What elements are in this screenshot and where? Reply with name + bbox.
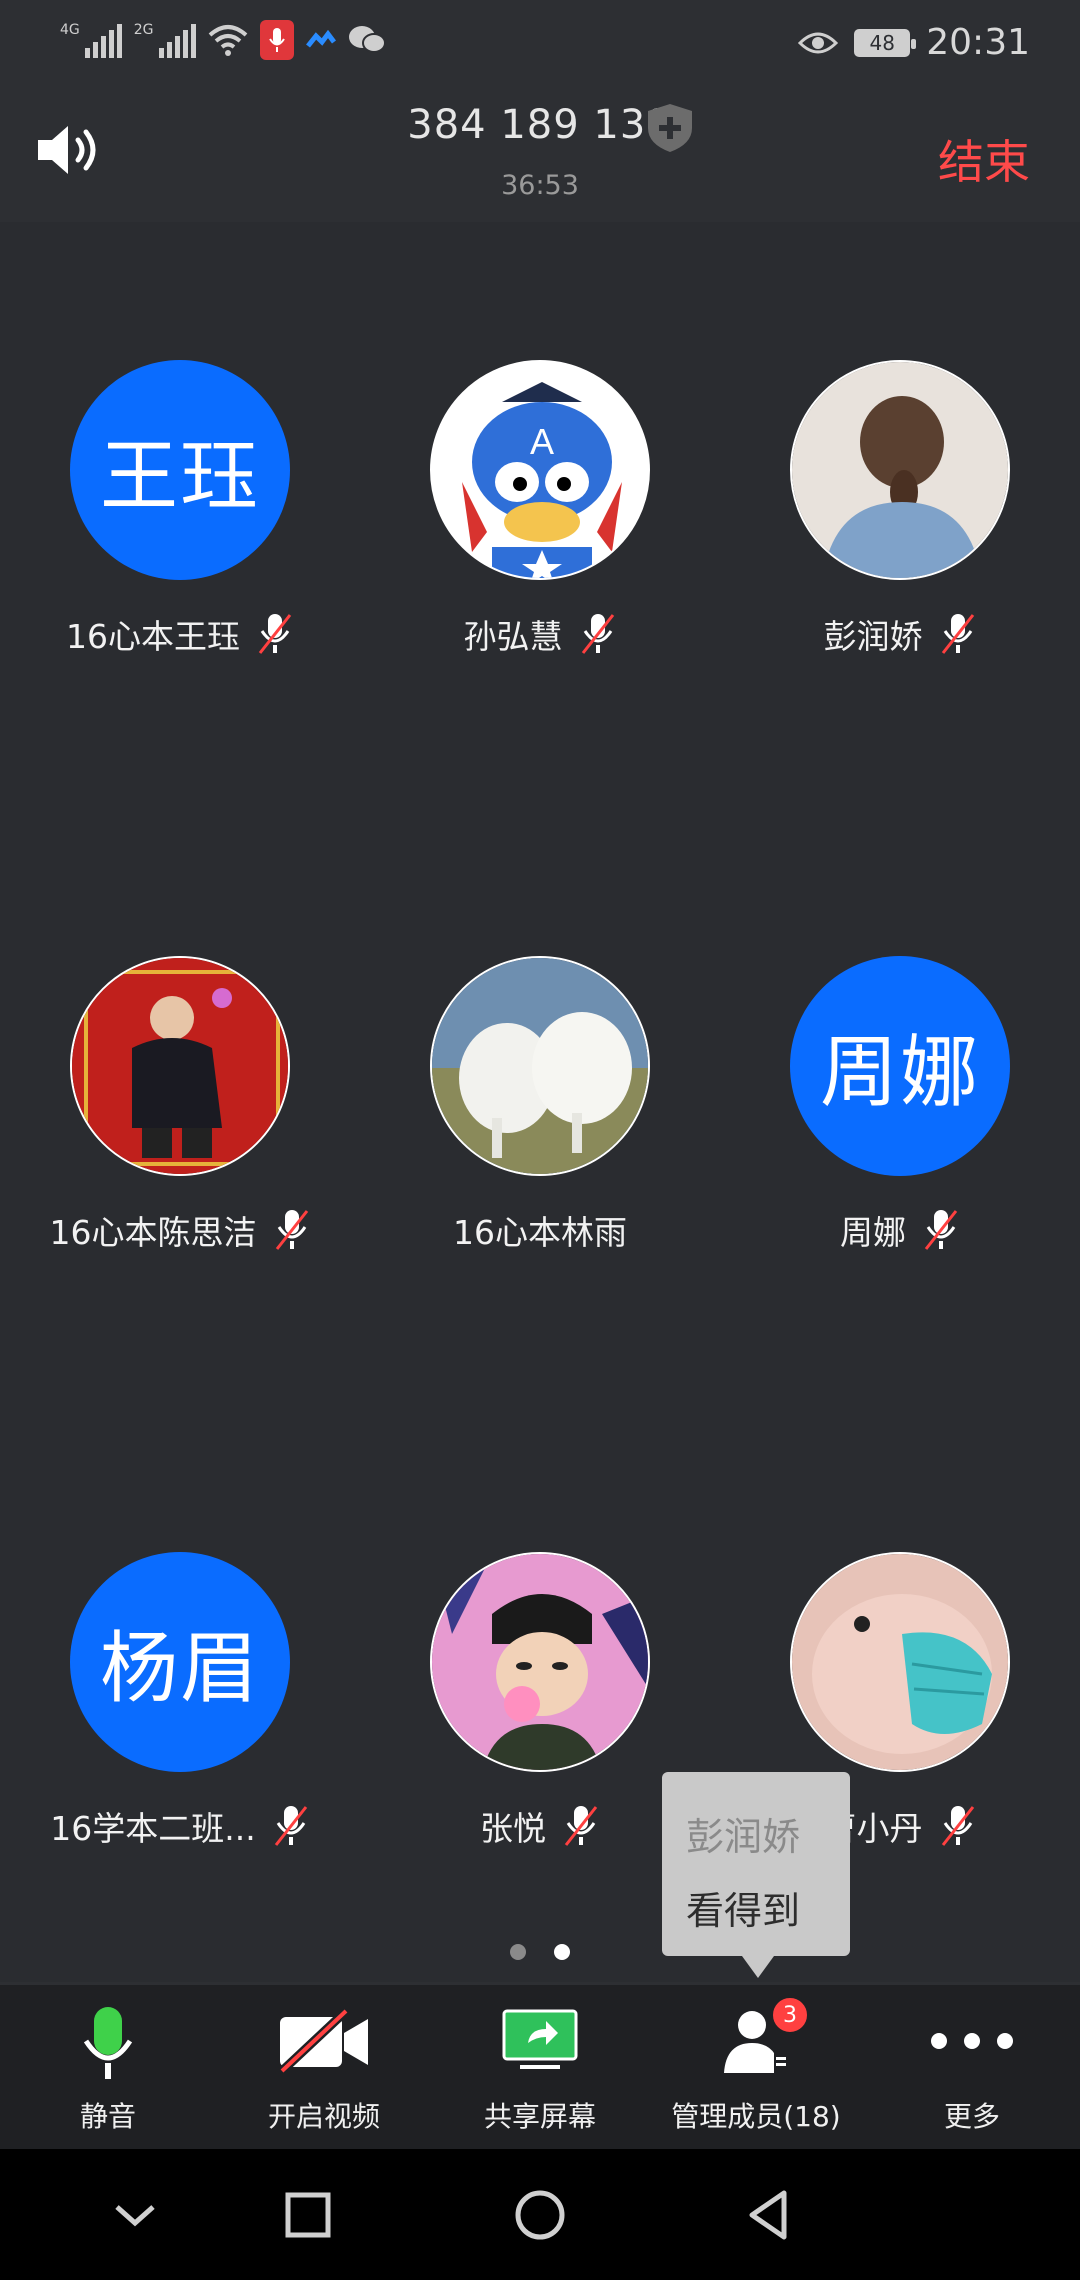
mic-muted-icon [941,1806,974,1846]
avatar [790,360,1010,580]
eye-icon [798,32,839,53]
shield-icon[interactable] [645,102,695,154]
bottom-toolbar: 静音 开启视频 共享屏幕 3 管理成员(18) 更多 [0,1985,1080,2149]
avatar: 王珏 [70,360,290,580]
meeting-duration: 36:53 [501,170,579,201]
girl-photo-avatar-image [792,362,1008,578]
back-triangle-icon[interactable] [740,2185,800,2245]
avatar [70,956,290,1176]
pig-mask-avatar-image [792,1554,1008,1770]
recents-square-icon[interactable] [278,2185,338,2245]
meeting-id[interactable]: 384 189 138 [0,102,1080,148]
mic-muted-icon [275,1210,308,1250]
svg-text:A: A [530,421,554,462]
chat-popup[interactable]: 彭润娇 看得到 [662,1772,850,1978]
avatar [430,1552,650,1772]
participant-name: 16学本二班... [50,1809,256,1848]
avatar: 周娜 [790,956,1010,1176]
avatar: 杨眉 [70,1552,290,1772]
status-bar: 4G 2G 48 20:31 [0,0,1080,90]
participant-grid: 王珏 16心本王珏 A 孙弘慧 彭润娇 16心本陈思洁 16心本林雨 周娜 周娜… [0,222,1080,1982]
avatar [790,1552,1010,1772]
system-nav-bar [0,2149,1080,2280]
mic-muted-icon [258,614,292,654]
popup-sender: 彭润娇 [686,1815,801,1859]
cartoon-boy-avatar-image [432,1554,648,1770]
participant-name: 16心本林雨 [453,1213,627,1252]
video-off-icon [278,2009,368,2075]
mic-muted-icon [941,614,974,654]
wechat-icon [348,26,386,53]
microphone-icon [83,2007,133,2079]
mic-muted-icon [924,1210,958,1250]
more-icon [931,2033,1013,2049]
participant-name: 16心本陈思洁 [49,1213,257,1252]
page-dot[interactable] [510,1944,526,1960]
wifi-icon [208,25,247,56]
page-indicator [0,1944,1080,1960]
avatar [430,956,650,1176]
share-screen-icon [502,2009,578,2069]
mic-recording-icon [259,20,294,60]
sheep-photo-avatar-image [432,958,648,1174]
mute-button[interactable]: 静音 [0,1985,216,2149]
mic-muted-icon [581,614,614,654]
cartoon-duck-avatar-image: A [432,362,648,578]
signal-icon: 4G [60,22,122,58]
more-button[interactable]: 更多 [864,1985,1080,2149]
popup-message: 看得到 [686,1889,801,1933]
meeting-header: 384 189 138 36:53 结束 [0,90,1080,222]
battery-icon: 48 [854,28,917,57]
participant-name: 孙弘慧 [463,617,563,656]
start-video-button[interactable]: 开启视频 [216,1985,432,2149]
end-meeting-button[interactable]: 结束 [938,126,1030,192]
signal-icon: 2G [134,22,196,58]
child-photo-avatar-image [72,958,288,1174]
chevron-down-icon[interactable] [105,2185,165,2245]
participant-name: 张悦 [480,1809,546,1848]
participant-name: 彭润娇 [823,617,923,656]
mic-muted-icon [564,1806,598,1846]
app-icon [305,30,336,48]
clock: 20:31 [926,22,1030,63]
mic-muted-icon [274,1806,307,1846]
share-screen-button[interactable]: 共享屏幕 [432,1985,648,2149]
page-dot-active[interactable] [554,1944,570,1960]
notification-badge: 3 [770,1995,810,2035]
home-circle-icon[interactable] [510,2185,570,2245]
avatar: A [430,360,650,580]
manage-members-button[interactable]: 3 管理成员(18) [648,1985,864,2149]
participant-name: 周娜 [840,1213,906,1252]
participant-name: 16心本王珏 [66,617,240,656]
